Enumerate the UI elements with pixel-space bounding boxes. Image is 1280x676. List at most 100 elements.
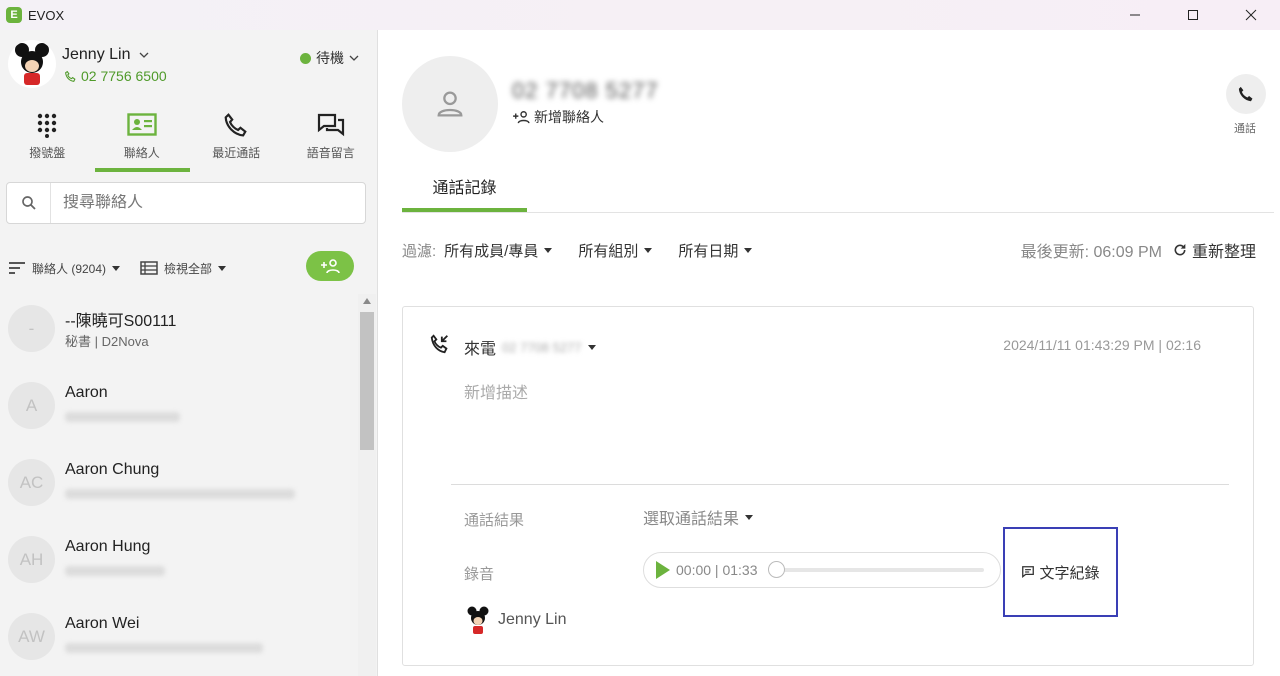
sidebar: Jenny Lin 02 7756 6500 待機 撥號盤 聯絡人 最近通話 語… (0, 30, 378, 676)
mickey-avatar-icon (467, 606, 489, 634)
scroll-up-icon[interactable] (363, 298, 371, 304)
phone-icon (1238, 86, 1253, 102)
contact-detail: 02 7708 5277 新增聯絡人 通話 通話記錄 過濾: 所有成員/專員 所… (378, 30, 1280, 676)
scroll-thumb[interactable] (360, 312, 374, 450)
tab-contacts-label: 聯絡人 (123, 146, 160, 160)
add-contact-link[interactable]: 新增聯絡人 (512, 107, 604, 127)
tab-recent-calls-label: 最近通話 (212, 146, 261, 160)
search-icon[interactable] (7, 183, 51, 223)
contact-subtitle: 秘書 | D2Nova (65, 334, 149, 349)
list-item[interactable]: AW Aaron Wei (0, 603, 358, 676)
recording-label: 錄音 (464, 566, 495, 583)
close-icon (1245, 9, 1257, 21)
list-item[interactable]: AC Aaron Chung (0, 449, 358, 526)
phone-forward-icon (65, 70, 76, 82)
blurred-company (65, 643, 263, 653)
user-name-text: Jenny Lin (62, 46, 131, 63)
dates-filter-label: 所有日期 (678, 242, 739, 260)
call-result-dropdown[interactable]: 選取通話結果 (643, 505, 754, 529)
list-item[interactable]: AH Aaron Hung (0, 526, 358, 603)
blurred-company (65, 412, 180, 422)
tab-dialpad-label: 撥號盤 (29, 146, 66, 160)
caret-down-icon (544, 247, 553, 253)
description-input[interactable]: 新增描述 (464, 379, 528, 403)
incoming-call-icon (429, 333, 451, 360)
avatar: AC (8, 459, 55, 506)
agent-name: Jenny Lin (498, 611, 567, 628)
window-controls (1106, 0, 1280, 30)
contact-name: --陳曉可S00111 (65, 313, 177, 330)
maximize-button[interactable] (1164, 0, 1222, 30)
caret-down-icon (745, 514, 754, 520)
call-button[interactable] (1226, 74, 1266, 114)
transcript-button[interactable]: 文字紀錄 (1003, 527, 1118, 617)
transcript-label: 文字紀錄 (1039, 564, 1100, 582)
tab-recent-calls[interactable]: 最近通話 (189, 104, 284, 172)
agent-avatar (464, 605, 492, 635)
refresh-label: 重新整理 (1191, 244, 1256, 261)
last-updated: 最後更新: 06:09 PM (1020, 244, 1162, 261)
evox-logo-icon: E (6, 7, 22, 23)
chevron-down-icon (139, 52, 149, 58)
tab-call-history-label: 通話記錄 (432, 180, 497, 197)
contact-list: - --陳曉可S00111 秘書 | D2Nova A Aaron AC Aar… (0, 295, 358, 676)
contact-avatar (402, 56, 498, 152)
view-filter-dropdown[interactable]: 檢視全部 (140, 260, 227, 277)
contact-name: Aaron Hung (65, 538, 151, 555)
filter-bar: 過濾: 所有成員/專員 所有組別 所有日期 (402, 240, 778, 260)
window-title: EVOX (28, 7, 65, 23)
refresh-area: 最後更新: 06:09 PM 重新整理 (1020, 238, 1256, 262)
caret-down-icon (112, 265, 121, 271)
maximize-icon (1188, 10, 1198, 20)
user-name[interactable]: Jenny Lin (62, 46, 149, 64)
status-dot (300, 52, 311, 64)
refresh-button[interactable]: 重新整理 (1172, 238, 1256, 262)
groups-filter-dropdown[interactable]: 所有組別 (578, 240, 653, 261)
caret-down-icon (744, 247, 753, 253)
tab-dialpad[interactable]: 撥號盤 (0, 104, 95, 172)
contacts-filter-dropdown[interactable]: 聯絡人 (9204) (8, 260, 121, 277)
blurred-company (65, 566, 165, 576)
play-icon[interactable] (656, 561, 670, 579)
list-item[interactable]: A Aaron (0, 372, 358, 449)
call-direction[interactable]: 來電 02 7708 5277 (464, 335, 596, 359)
user-avatar[interactable] (8, 40, 56, 88)
voicemail-chat-icon (317, 113, 344, 137)
tab-call-history[interactable]: 通話記錄 (402, 170, 527, 212)
dates-filter-dropdown[interactable]: 所有日期 (678, 240, 753, 261)
caret-down-icon (644, 247, 653, 253)
add-contact-label: 新增聯絡人 (534, 109, 604, 125)
contact-name: Aaron Wei (65, 615, 140, 632)
close-button[interactable] (1222, 0, 1280, 30)
filter-label: 過濾: (402, 242, 437, 260)
call-result-value: 選取通話結果 (643, 511, 740, 528)
sort-icon (9, 262, 25, 274)
person-icon (437, 91, 463, 117)
avatar: - (8, 305, 55, 352)
status-label: 待機 (316, 50, 344, 66)
call-direction-label: 來電 (464, 341, 497, 358)
contact-name: Aaron (65, 384, 108, 401)
minimize-icon (1130, 14, 1140, 16)
user-phone-number: 02 7756 6500 (81, 68, 167, 84)
status-selector[interactable]: 待機 (300, 48, 359, 68)
tab-voicemail[interactable]: 語音留言 (284, 104, 379, 172)
search-input[interactable] (63, 194, 343, 212)
contact-list-scrollbar[interactable] (358, 294, 376, 676)
nav-tabs: 撥號盤 聯絡人 最近通話 語音留言 (0, 104, 378, 172)
members-filter-dropdown[interactable]: 所有成員/專員 (444, 240, 553, 261)
members-filter-label: 所有成員/專員 (444, 242, 539, 260)
add-contact-button[interactable] (306, 251, 354, 281)
list-item[interactable]: - --陳曉可S00111 秘書 | D2Nova (0, 295, 358, 372)
avatar: AH (8, 536, 55, 583)
phone-icon (224, 113, 247, 137)
minimize-button[interactable] (1106, 0, 1164, 30)
user-phone: 02 7756 6500 (64, 68, 167, 84)
caret-down-icon (218, 265, 227, 271)
tab-voicemail-label: 語音留言 (306, 146, 355, 160)
progress-knob[interactable] (768, 561, 785, 578)
progress-track[interactable] (768, 561, 984, 578)
tab-contacts[interactable]: 聯絡人 (94, 104, 190, 172)
chevron-down-icon (349, 55, 359, 61)
add-person-icon (321, 259, 340, 274)
